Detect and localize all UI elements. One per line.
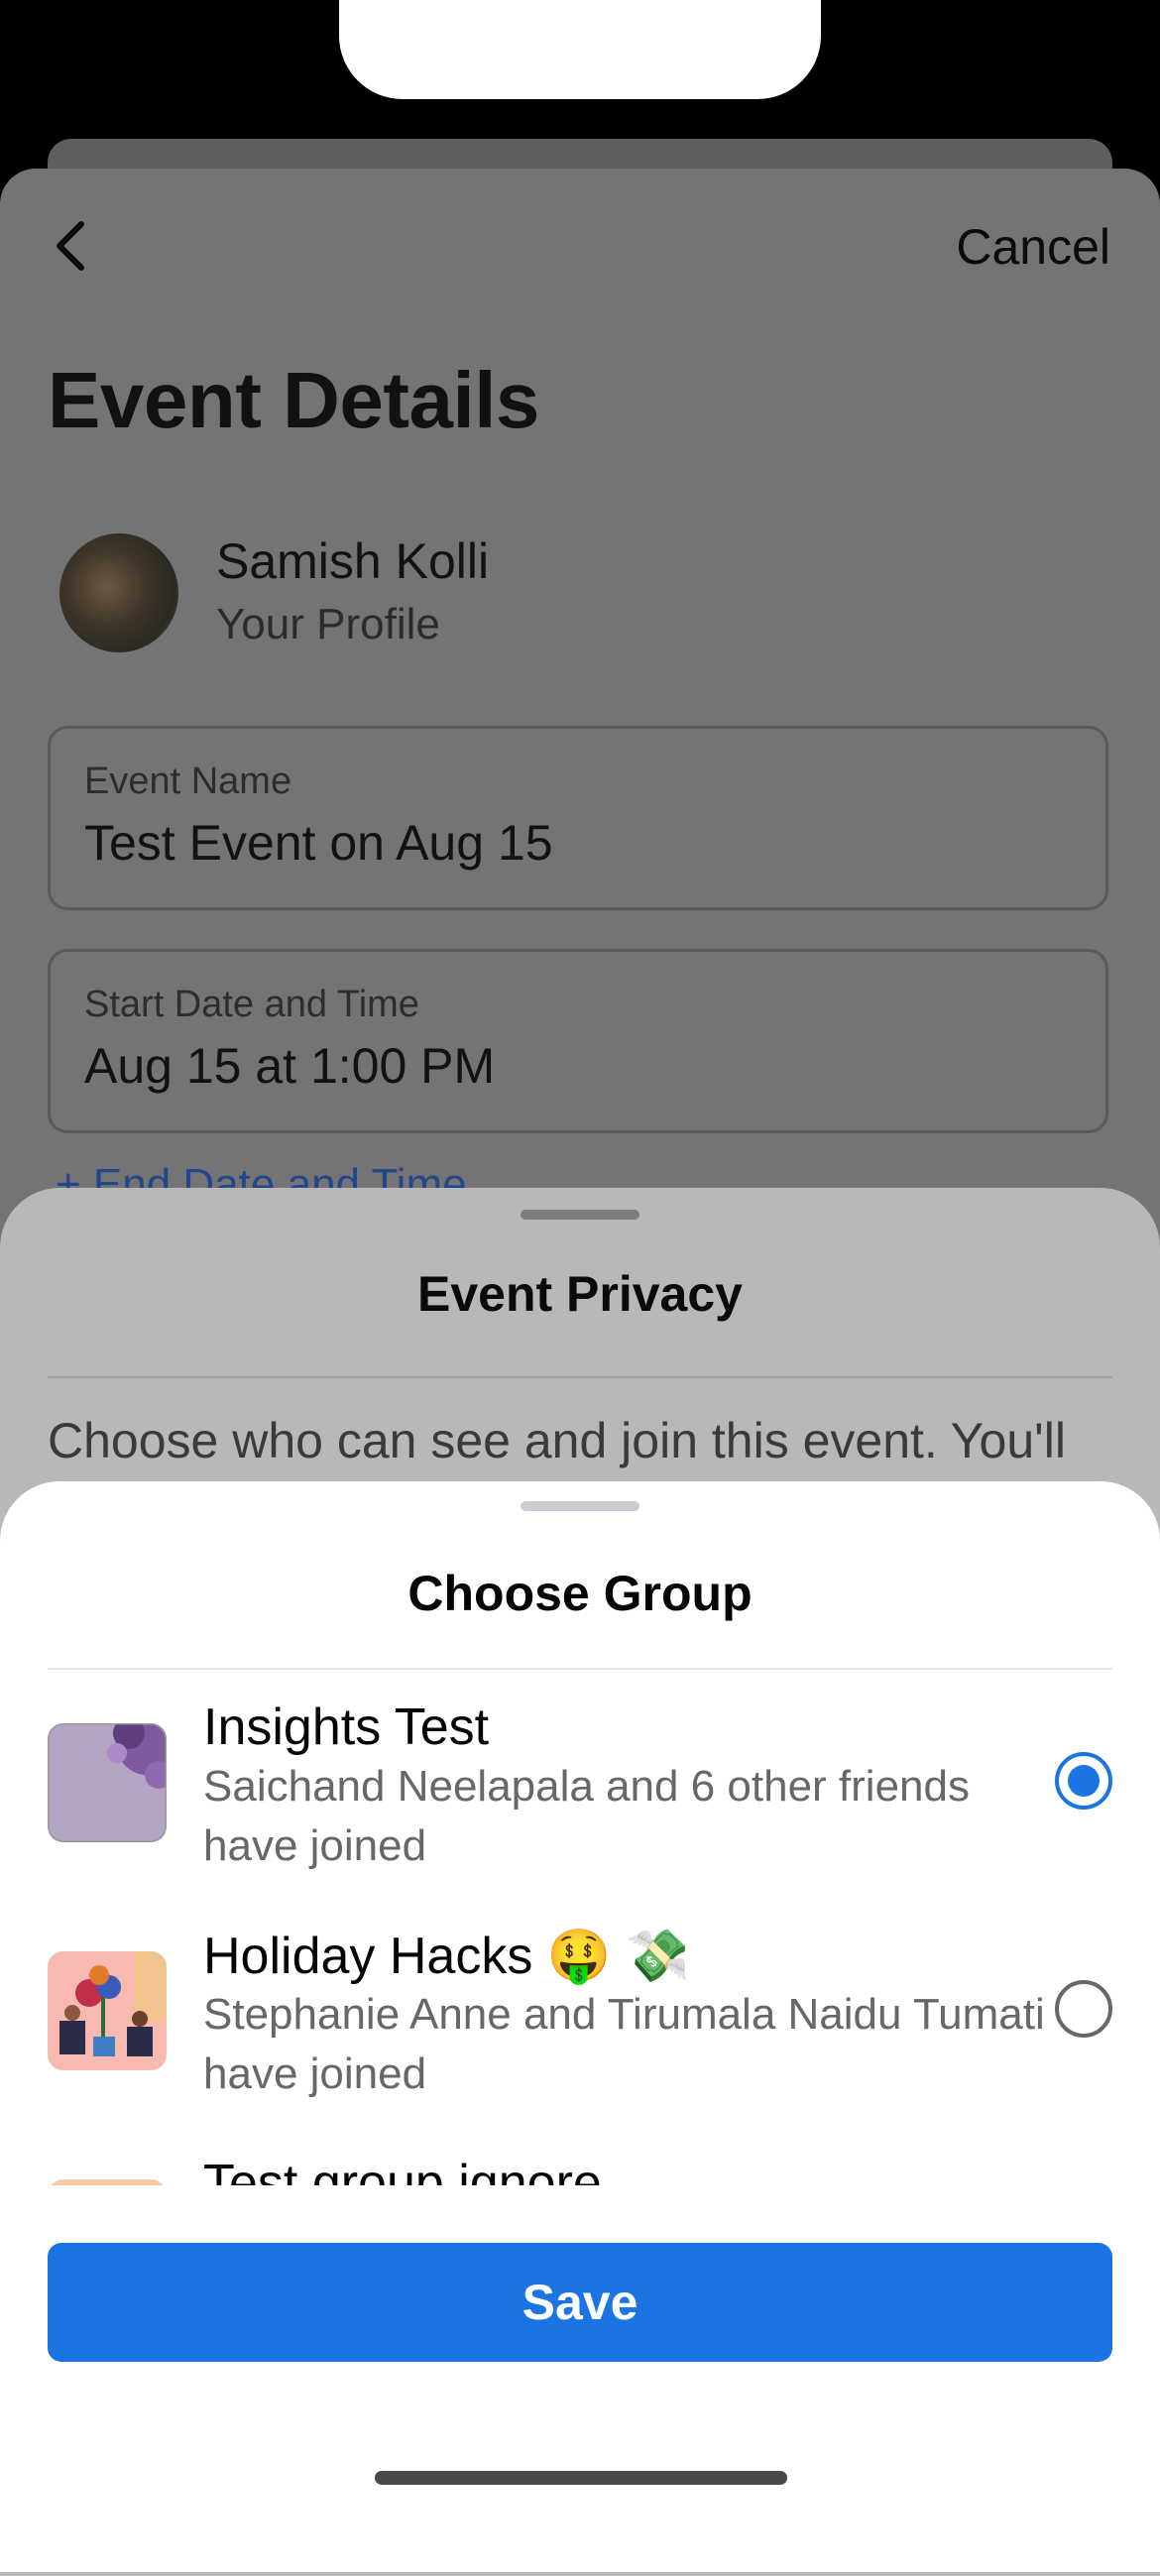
sheet-grabber[interactable] <box>521 1501 639 1511</box>
back-button[interactable] <box>48 216 97 276</box>
choose-group-title: Choose Group <box>407 1566 753 1621</box>
group-name: Insights Test <box>203 1698 490 1756</box>
event-name-field[interactable]: Event Name Test Event on Aug 15 <box>48 726 1108 910</box>
field-value: Aug 15 at 1:00 PM <box>84 1038 496 1094</box>
field-value: Test Event on Aug 15 <box>84 815 553 871</box>
profile-subtitle: Your Profile <box>216 600 440 648</box>
device-notch <box>339 0 821 99</box>
chevron-left-icon <box>57 221 84 271</box>
group-members: Stephanie Anne and Tirumala Naidu Tumati… <box>203 1990 1045 2098</box>
divider <box>48 1376 1112 1378</box>
group-thumbnail <box>48 1723 167 1842</box>
save-button[interactable]: Save <box>48 2243 1112 2362</box>
group-name: Test group ignore <box>203 2155 602 2185</box>
cancel-button[interactable]: Cancel <box>956 218 1110 276</box>
avatar <box>59 533 178 652</box>
group-name: Holiday Hacks 🤑 💸 <box>203 1928 690 1985</box>
page-title: Event Details <box>48 356 539 444</box>
field-label: Start Date and Time <box>84 984 419 1025</box>
privacy-title: Event Privacy <box>417 1266 743 1322</box>
group-list[interactable]: Insights Test Saichand Neelapala and 6 o… <box>0 1670 1160 2185</box>
home-indicator <box>375 2471 787 2485</box>
group-thumbnail <box>48 2179 167 2185</box>
start-date-field[interactable]: Start Date and Time Aug 15 at 1:00 PM <box>48 949 1108 1133</box>
choose-group-sheet: Choose Group Insights Test Saichand Neel… <box>0 1481 1160 2572</box>
end-date-link[interactable]: + End Date and Time <box>56 1160 467 1190</box>
profile-name: Samish Kolli <box>216 533 490 589</box>
group-thumbnail <box>48 1951 167 2070</box>
group-members: Saichand Neelapala and 6 other friends h… <box>203 1762 970 1870</box>
radio-unselected[interactable] <box>1055 1980 1112 2038</box>
field-label: Event Name <box>84 761 292 802</box>
radio-selected[interactable] <box>1055 1752 1112 1810</box>
sheet-grabber[interactable] <box>521 1210 639 1220</box>
privacy-description: Choose who can see and join this event. … <box>48 1413 1066 1468</box>
